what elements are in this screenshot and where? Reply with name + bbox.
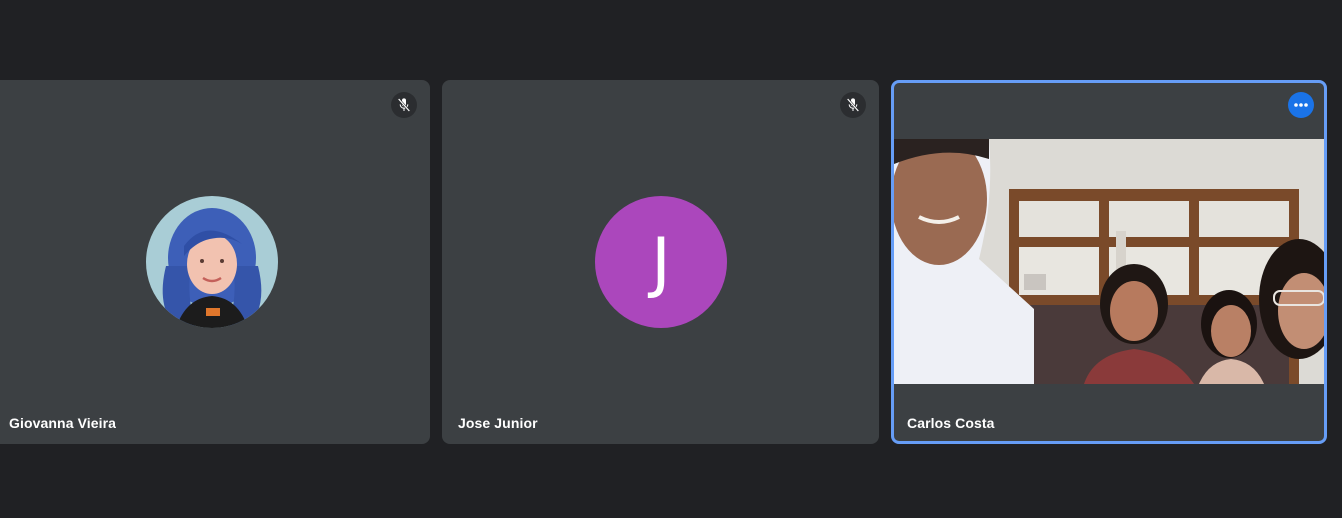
participant-video [894, 139, 1324, 384]
participant-tile-jose[interactable]: J Jose Junior [442, 80, 879, 444]
participant-tile-carlos[interactable]: Carlos Costa [891, 80, 1327, 444]
letter-avatar: J [595, 196, 727, 328]
participant-name: Jose Junior [458, 415, 538, 431]
mic-off-icon [840, 92, 866, 118]
avatar-initial: J [651, 223, 671, 301]
avatar [146, 196, 278, 328]
meeting-grid: Giovanna Vieira J Jose Junior Carlos Cos… [0, 0, 1342, 518]
participant-tile-giovanna[interactable]: Giovanna Vieira [0, 80, 430, 444]
mic-off-icon [391, 92, 417, 118]
more-options-icon[interactable] [1288, 92, 1314, 118]
participant-name: Carlos Costa [907, 415, 995, 431]
participant-name: Giovanna Vieira [9, 415, 117, 431]
